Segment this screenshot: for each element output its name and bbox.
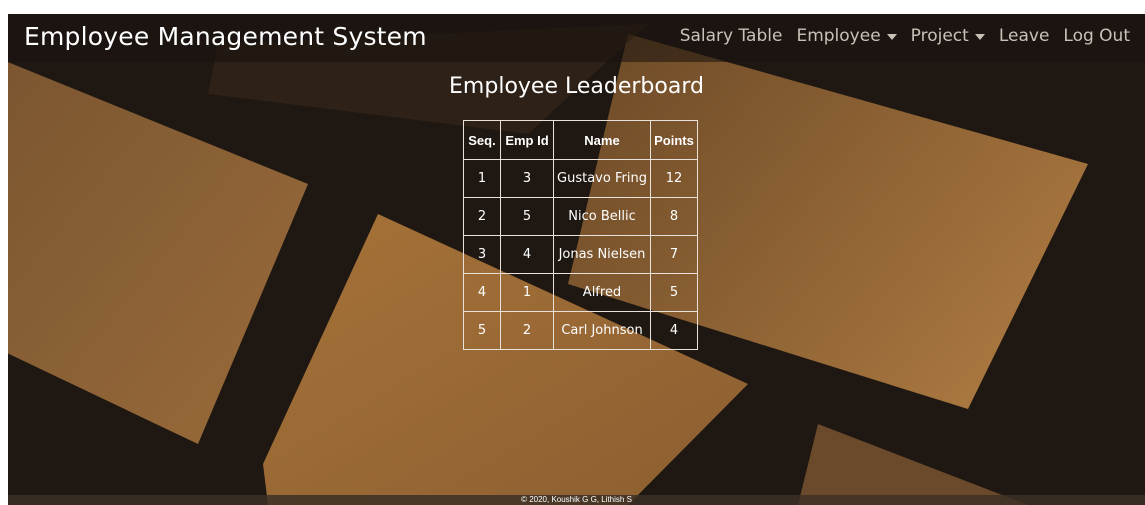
nav-links: Salary Table Employee Project Leave Log … (673, 26, 1137, 46)
nav-link-label: Log Out (1063, 26, 1130, 46)
column-header-seq: Seq. (463, 120, 501, 160)
cell-points: 4 (650, 311, 698, 350)
column-header-points: Points (650, 120, 698, 160)
nav-link-label: Employee (796, 26, 881, 46)
navbar: Employee Management System Salary Table … (8, 14, 1145, 62)
cell-points: 5 (650, 273, 698, 312)
cell-emp-id: 5 (500, 197, 554, 236)
cell-emp-id: 4 (500, 235, 554, 274)
nav-link-salary-table[interactable]: Salary Table (673, 26, 790, 46)
nav-link-leave[interactable]: Leave (992, 26, 1057, 46)
cell-name: Gustavo Fring (553, 159, 651, 198)
cell-seq: 4 (463, 273, 501, 312)
cell-name: Jonas Nielsen (553, 235, 651, 274)
cell-name: Carl Johnson (553, 311, 651, 350)
column-header-emp-id: Emp Id (500, 120, 554, 160)
page-title: Employee Leaderboard (449, 74, 704, 99)
cell-emp-id: 1 (500, 273, 554, 312)
cell-emp-id: 3 (500, 159, 554, 198)
caret-down-icon (974, 33, 985, 40)
leaderboard-table: Seq. Emp Id Name Points 1 3 Gustavo Frin… (463, 120, 698, 350)
column-header-name: Name (553, 120, 651, 160)
nav-link-label: Salary Table (679, 26, 783, 46)
cell-name: Alfred (553, 273, 651, 312)
footer: © 2020, Koushik G G, Lithish S (8, 495, 1145, 505)
nav-link-log-out[interactable]: Log Out (1056, 26, 1137, 46)
app-window: Employee Management System Salary Table … (8, 14, 1145, 505)
nav-link-label: Project (910, 26, 969, 46)
table-row: 5 2 Carl Johnson 4 (463, 311, 698, 350)
nav-link-label: Leave (998, 26, 1050, 46)
nav-dropdown-employee[interactable]: Employee (789, 26, 903, 46)
table-header-row: Seq. Emp Id Name Points (463, 120, 698, 160)
cell-seq: 3 (463, 235, 501, 274)
cell-emp-id: 2 (500, 311, 554, 350)
footer-copyright: © 2020, Koushik G G, Lithish S (521, 495, 632, 504)
table-row: 1 3 Gustavo Fring 12 (463, 159, 698, 198)
cell-points: 12 (650, 159, 698, 198)
brand-title[interactable]: Employee Management System (24, 22, 427, 51)
cell-seq: 1 (463, 159, 501, 198)
cell-points: 8 (650, 197, 698, 236)
table-row: 4 1 Alfred 5 (463, 273, 698, 312)
cell-name: Nico Bellic (553, 197, 651, 236)
cell-points: 7 (650, 235, 698, 274)
nav-dropdown-project[interactable]: Project (904, 26, 992, 46)
table-row: 3 4 Jonas Nielsen 7 (463, 235, 698, 274)
table-row: 2 5 Nico Bellic 8 (463, 197, 698, 236)
cell-seq: 2 (463, 197, 501, 236)
caret-down-icon (886, 33, 897, 40)
cell-seq: 5 (463, 311, 501, 350)
